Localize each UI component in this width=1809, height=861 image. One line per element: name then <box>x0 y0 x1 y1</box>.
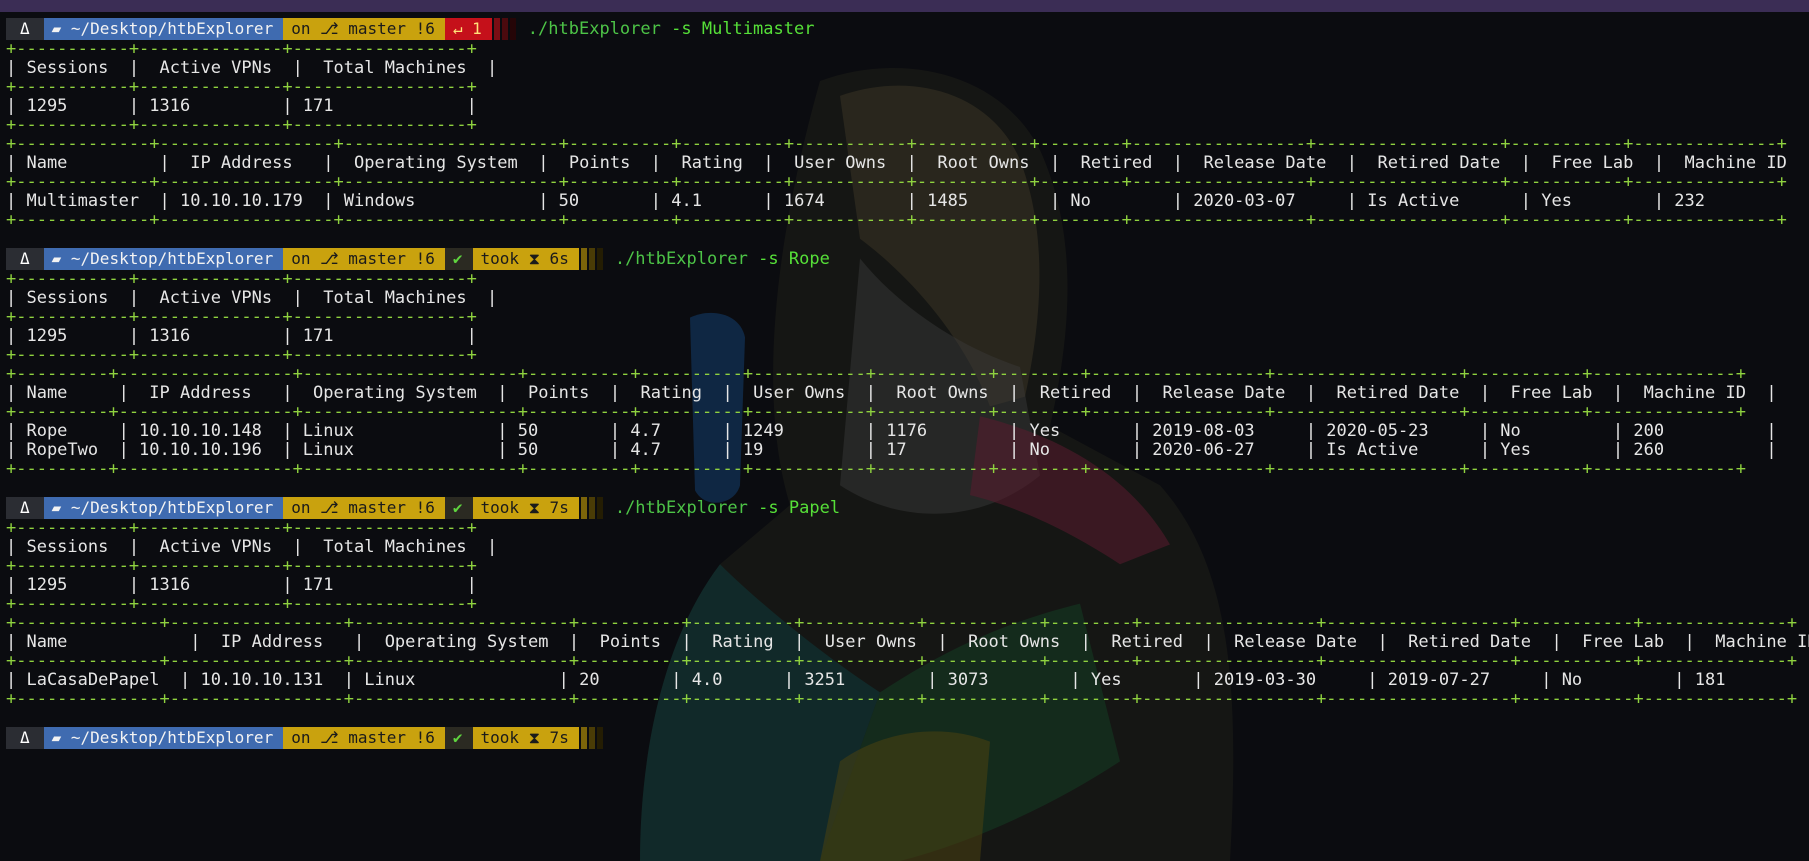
folder-icon: ▰ <box>51 19 71 38</box>
prompt-dir: ▰ ~/Desktop/htbExplorer <box>43 497 284 519</box>
prompt-fade <box>588 497 595 519</box>
prompt-git: on ⎇ master !6 <box>283 248 445 270</box>
shell-prompt-current[interactable]: Δ ▰ ~/Desktop/htbExplorer on ⎇ master !6… <box>6 727 1809 749</box>
table-row: | LaCasaDePapel | 10.10.10.131 | Linux |… <box>6 670 1809 690</box>
terminal-window[interactable]: Δ ▰ ~/Desktop/htbExplorer on ⎇ master !6… <box>0 0 1809 861</box>
prompt-fade <box>588 248 595 270</box>
table-row: | Multimaster | 10.10.10.179 | Windows |… <box>6 191 1809 211</box>
penguin-icon: Δ <box>6 248 44 270</box>
prompt-fade <box>580 727 587 749</box>
terminal-output[interactable]: Δ ▰ ~/Desktop/htbExplorer on ⎇ master !6… <box>6 18 1809 861</box>
prompt-fade <box>509 18 516 40</box>
summary-table: +-----------+--------------+------------… <box>6 39 498 135</box>
table-row: | Rope | 10.10.10.148 | Linux | 50 | 4.7… <box>6 421 1777 441</box>
prompt-duration: took ⧗ 7s <box>472 727 579 749</box>
summary-table: +-----------+--------------+------------… <box>6 269 498 365</box>
penguin-icon: Δ <box>6 727 44 749</box>
summary-table: +-----------+--------------+------------… <box>6 518 498 614</box>
command-line: ./htbExplorer -s Multimaster <box>527 19 815 39</box>
penguin-icon: Δ <box>6 497 44 519</box>
prompt-status-ok: ✔ <box>444 727 473 749</box>
prompt-fade <box>588 727 595 749</box>
prompt-dir: ▰ ~/Desktop/htbExplorer <box>43 18 284 40</box>
prompt-status-ok: ✔ <box>444 248 473 270</box>
folder-icon: ▰ <box>51 728 71 747</box>
prompt-status-ok: ✔ <box>444 497 473 519</box>
shell-prompt: Δ ▰ ~/Desktop/htbExplorer on ⎇ master !6… <box>6 497 1809 519</box>
prompt-git: on ⎇ master !6 <box>283 18 445 40</box>
branch-icon: ⎇ <box>320 19 349 38</box>
prompt-fade <box>580 248 587 270</box>
folder-icon: ▰ <box>51 498 71 517</box>
table-header: | Name | IP Address | Operating System |… <box>6 153 1809 173</box>
shell-prompt: Δ ▰ ~/Desktop/htbExplorer on ⎇ master !6… <box>6 18 1809 40</box>
branch-icon: ⎇ <box>320 498 349 517</box>
prompt-duration: took ⧗ 7s <box>472 497 579 519</box>
prompt-fade <box>580 497 587 519</box>
prompt-fade <box>596 497 603 519</box>
machines-table: +-------------+-----------------+-------… <box>6 134 1809 230</box>
table-header: | Name | IP Address | Operating System |… <box>6 632 1809 652</box>
table-row: | RopeTwo | 10.10.10.196 | Linux | 50 | … <box>6 440 1777 460</box>
prompt-git: on ⎇ master !6 <box>283 727 445 749</box>
table-header: | Name | IP Address | Operating System |… <box>6 383 1777 403</box>
shell-prompt: Δ ▰ ~/Desktop/htbExplorer on ⎇ master !6… <box>6 248 1809 270</box>
machines-table: +--------------+-----------------+------… <box>6 613 1809 709</box>
folder-icon: ▰ <box>51 249 71 268</box>
command-line: ./htbExplorer -s Papel <box>614 498 841 518</box>
prompt-git: on ⎇ master !6 <box>283 497 445 519</box>
machines-table: +---------+-----------------+-----------… <box>6 365 1809 479</box>
prompt-fade <box>596 248 603 270</box>
prompt-fade <box>501 18 508 40</box>
prompt-duration: took ⧗ 6s <box>472 248 579 270</box>
command-line: ./htbExplorer -s Rope <box>614 249 830 269</box>
branch-icon: ⎇ <box>320 728 349 747</box>
prompt-fade <box>493 18 500 40</box>
branch-icon: ⎇ <box>320 249 349 268</box>
prompt-status-error: ↵ 1 <box>444 18 492 40</box>
penguin-icon: Δ <box>6 18 44 40</box>
prompt-dir: ▰ ~/Desktop/htbExplorer <box>43 248 284 270</box>
prompt-dir: ▰ ~/Desktop/htbExplorer <box>43 727 284 749</box>
prompt-fade <box>596 727 603 749</box>
